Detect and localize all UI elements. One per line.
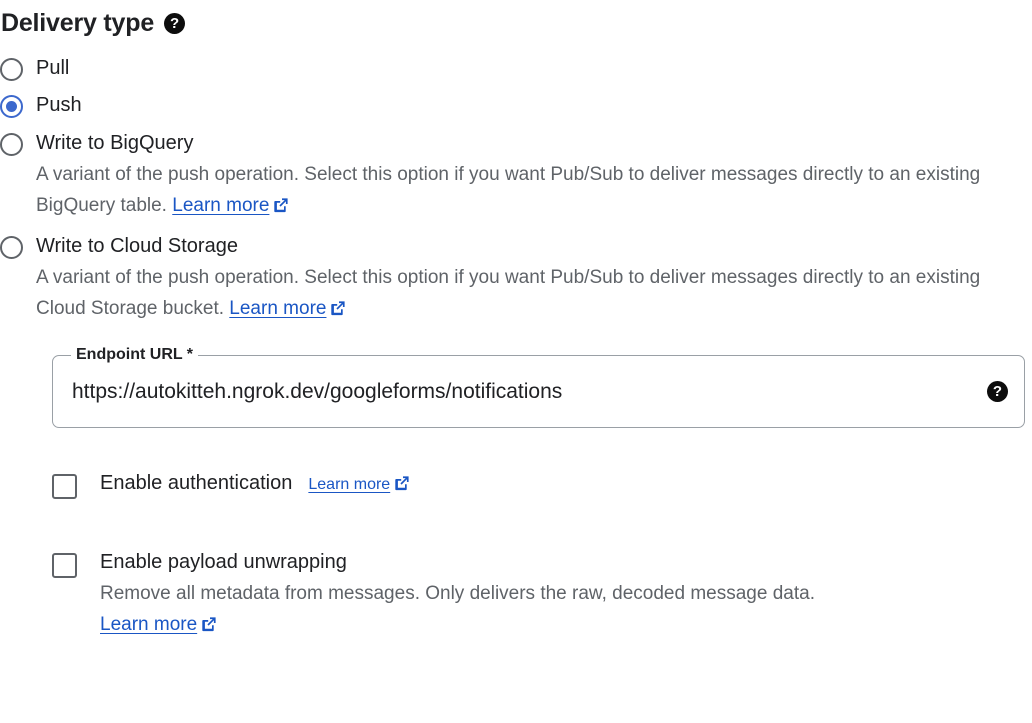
radio-button-push[interactable] — [0, 95, 23, 118]
checkbox-label-line-unwrapping: Enable payload unwrapping — [100, 549, 1032, 575]
help-icon[interactable]: ? — [987, 381, 1008, 402]
radio-option-write-to-cloud-storage[interactable]: Write to Cloud Storage A variant of the … — [0, 233, 1032, 324]
checkbox-label-enable-payload-unwrapping[interactable]: Enable payload unwrapping — [100, 549, 347, 575]
checkbox-description-unwrapping: Remove all metadata from messages. Only … — [100, 578, 1032, 640]
radio-control-wrap-cloud-storage — [0, 233, 36, 259]
learn-more-link-cloud-storage[interactable]: Learn more — [229, 298, 326, 319]
description-text-unwrapping: Remove all metadata from messages. Only … — [100, 583, 815, 604]
radio-description-bigquery: A variant of the push operation. Select … — [36, 159, 1011, 221]
learn-more-label-authentication: Learn more — [308, 476, 391, 493]
learn-more-label-bigquery: Learn more — [172, 195, 270, 216]
radio-body-push: Push — [36, 92, 1032, 118]
checkbox-row-enable-payload-unwrapping[interactable]: Enable payload unwrapping Remove all met… — [52, 549, 1032, 640]
radio-label-write-to-bigquery[interactable]: Write to BigQuery — [36, 130, 1032, 156]
description-text-cloud-storage: A variant of the push operation. Select … — [36, 267, 981, 319]
learn-more-label-unwrapping: Learn more — [100, 614, 198, 635]
checkbox-control-wrap-authentication — [52, 470, 100, 499]
radio-control-wrap-bigquery — [0, 130, 36, 156]
radio-description-cloud-storage: A variant of the push operation. Select … — [36, 262, 1011, 324]
checkbox-control-wrap-unwrapping — [52, 549, 100, 578]
help-icon[interactable]: ? — [164, 12, 186, 34]
external-link-icon[interactable] — [330, 300, 346, 316]
endpoint-url-label: Endpoint URL * — [71, 345, 199, 365]
radio-button-write-to-cloud-storage[interactable] — [0, 236, 23, 259]
checkbox-enable-payload-unwrapping[interactable] — [52, 553, 77, 578]
checkbox-row-enable-authentication[interactable]: Enable authentication Learn more — [52, 470, 1032, 499]
endpoint-url-field-wrap: Endpoint URL * ? — [52, 345, 1025, 428]
radio-label-push[interactable]: Push — [36, 92, 1032, 118]
radio-option-write-to-bigquery[interactable]: Write to BigQuery A variant of the push … — [0, 130, 1032, 221]
endpoint-url-field[interactable]: Endpoint URL * ? — [52, 345, 1025, 428]
radio-label-write-to-cloud-storage[interactable]: Write to Cloud Storage — [36, 233, 1032, 259]
radio-button-write-to-bigquery[interactable] — [0, 133, 23, 156]
radio-option-push[interactable]: Push — [0, 92, 1032, 118]
radio-body-pull: Pull — [36, 55, 1032, 81]
external-link-icon[interactable] — [394, 475, 410, 491]
radio-option-pull[interactable]: Pull — [0, 55, 1032, 81]
radio-body-cloud-storage: Write to Cloud Storage A variant of the … — [36, 233, 1032, 324]
checkbox-label-enable-authentication[interactable]: Enable authentication — [100, 470, 292, 496]
checkbox-enable-authentication[interactable] — [52, 474, 77, 499]
radio-button-pull[interactable] — [0, 58, 23, 81]
learn-more-label-cloud-storage: Learn more — [229, 298, 327, 319]
checkbox-label-line-authentication: Enable authentication Learn more — [100, 470, 1032, 496]
radio-control-wrap-push — [0, 92, 36, 118]
external-link-icon[interactable] — [201, 616, 217, 632]
push-options-group: Enable authentication Learn more Enable … — [52, 470, 1032, 640]
radio-control-wrap-pull — [0, 55, 36, 81]
section-header: Delivery type ? — [0, 0, 1032, 42]
learn-more-wrap-authentication: Learn more — [308, 473, 410, 494]
external-link-icon[interactable] — [273, 197, 289, 213]
learn-more-link-authentication[interactable]: Learn more — [308, 476, 390, 493]
learn-more-link-unwrapping[interactable]: Learn more — [100, 614, 197, 635]
delivery-type-radio-group: Pull Push Write to BigQuery A variant of… — [0, 55, 1032, 324]
radio-label-pull[interactable]: Pull — [36, 55, 1032, 81]
radio-body-bigquery: Write to BigQuery A variant of the push … — [36, 130, 1032, 221]
learn-more-link-bigquery[interactable]: Learn more — [172, 195, 269, 216]
page-title: Delivery type — [1, 9, 155, 37]
checkbox-body-authentication: Enable authentication Learn more — [100, 470, 1032, 496]
endpoint-url-input[interactable] — [72, 378, 975, 405]
checkbox-body-unwrapping: Enable payload unwrapping Remove all met… — [100, 549, 1032, 640]
delivery-type-panel: Delivery type ? Pull Push Write to BigQu… — [0, 0, 1032, 723]
